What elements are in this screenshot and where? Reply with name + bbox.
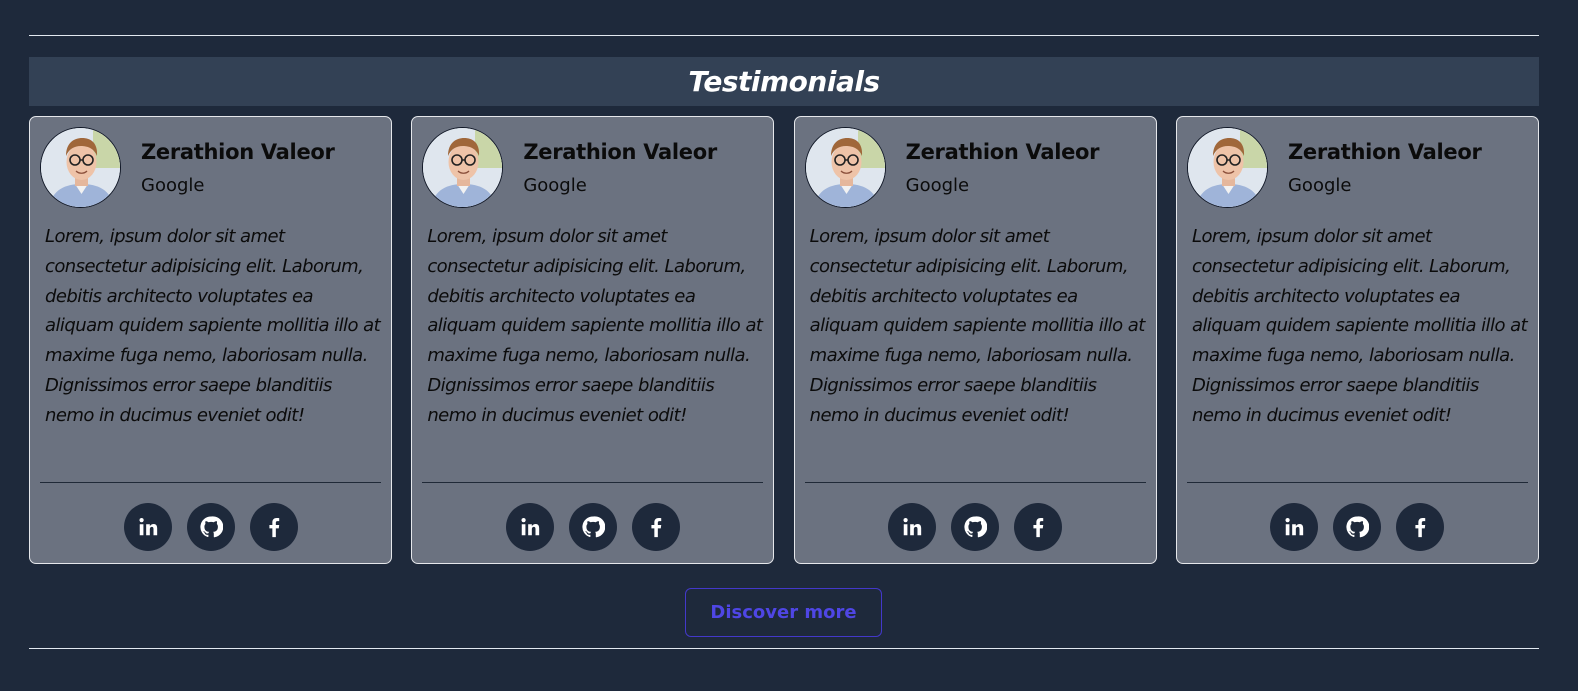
facebook-button[interactable] [1396,503,1445,551]
avatar-portrait [41,128,120,207]
testimonial-name: Zerathion Valeor [905,140,1100,164]
github-icon [1346,516,1370,538]
social-links [795,503,1156,551]
linkedin-icon [903,518,922,536]
testimonial-card: Zerathion Valeor Google Lorem, ipsum dol… [411,116,775,564]
card-divider [1186,482,1528,483]
linkedin-button[interactable] [505,503,554,551]
testimonial-card: Zerathion Valeor Google Lorem, ipsum dol… [1175,116,1539,564]
testimonial-quote: Lorem, ipsum dolor sit amet consectetur … [45,226,381,426]
testimonial-company: Google [905,175,970,196]
facebook-icon [1033,518,1044,538]
card-divider [804,482,1146,483]
avatar [422,127,504,208]
testimonial-quote: Lorem, ipsum dolor sit amet consectetur … [1191,226,1528,426]
testimonial-quote: Lorem, ipsum dolor sit amet consectetur … [809,226,1146,426]
testimonials-section: Testimonials Zerathion Valeor Google Lor… [0,0,1578,691]
top-divider [29,35,1539,36]
github-button[interactable] [568,503,617,551]
facebook-icon [651,518,662,538]
github-icon [964,516,988,538]
facebook-icon [268,518,279,538]
testimonial-name: Zerathion Valeor [141,140,335,164]
testimonial-name: Zerathion Valeor [1287,140,1482,164]
discover-more-button[interactable]: Discover more [685,588,882,637]
testimonial-quote: Lorem, ipsum dolor sit amet consectetur … [427,226,763,426]
testimonial-card: Zerathion Valeor Google Lorem, ipsum dol… [29,116,392,564]
linkedin-icon [1285,518,1304,536]
testimonial-company: Google [523,175,587,196]
testimonial-card: Zerathion Valeor Google Lorem, ipsum dol… [793,116,1157,564]
avatar [804,127,886,208]
section-title: Testimonials [688,65,880,98]
facebook-button[interactable] [1014,503,1063,551]
social-links [1177,503,1538,551]
testimonial-company: Google [1287,175,1352,196]
github-button[interactable] [186,503,235,551]
avatar [1186,127,1268,208]
linkedin-button[interactable] [1270,503,1319,551]
github-button[interactable] [951,503,1000,551]
card-divider [422,482,764,483]
testimonial-cards: Zerathion Valeor Google Lorem, ipsum dol… [29,116,1539,564]
social-links [30,503,391,551]
facebook-button[interactable] [249,503,298,551]
github-icon [582,516,605,538]
testimonial-company: Google [141,175,205,196]
section-title-bar: Testimonials [29,57,1539,106]
linkedin-button[interactable] [123,503,172,551]
card-divider [40,482,381,483]
facebook-icon [1415,518,1426,538]
avatar-portrait [423,128,503,207]
github-icon [199,516,223,538]
linkedin-button[interactable] [888,503,937,551]
linkedin-icon [138,518,157,536]
linkedin-icon [521,518,539,536]
avatar-portrait [1187,128,1267,207]
github-button[interactable] [1333,503,1382,551]
bottom-divider [29,648,1539,649]
facebook-button[interactable] [631,503,680,551]
testimonial-name: Zerathion Valeor [523,140,717,164]
avatar-portrait [805,128,885,207]
avatar [40,127,121,208]
social-links [412,503,773,551]
